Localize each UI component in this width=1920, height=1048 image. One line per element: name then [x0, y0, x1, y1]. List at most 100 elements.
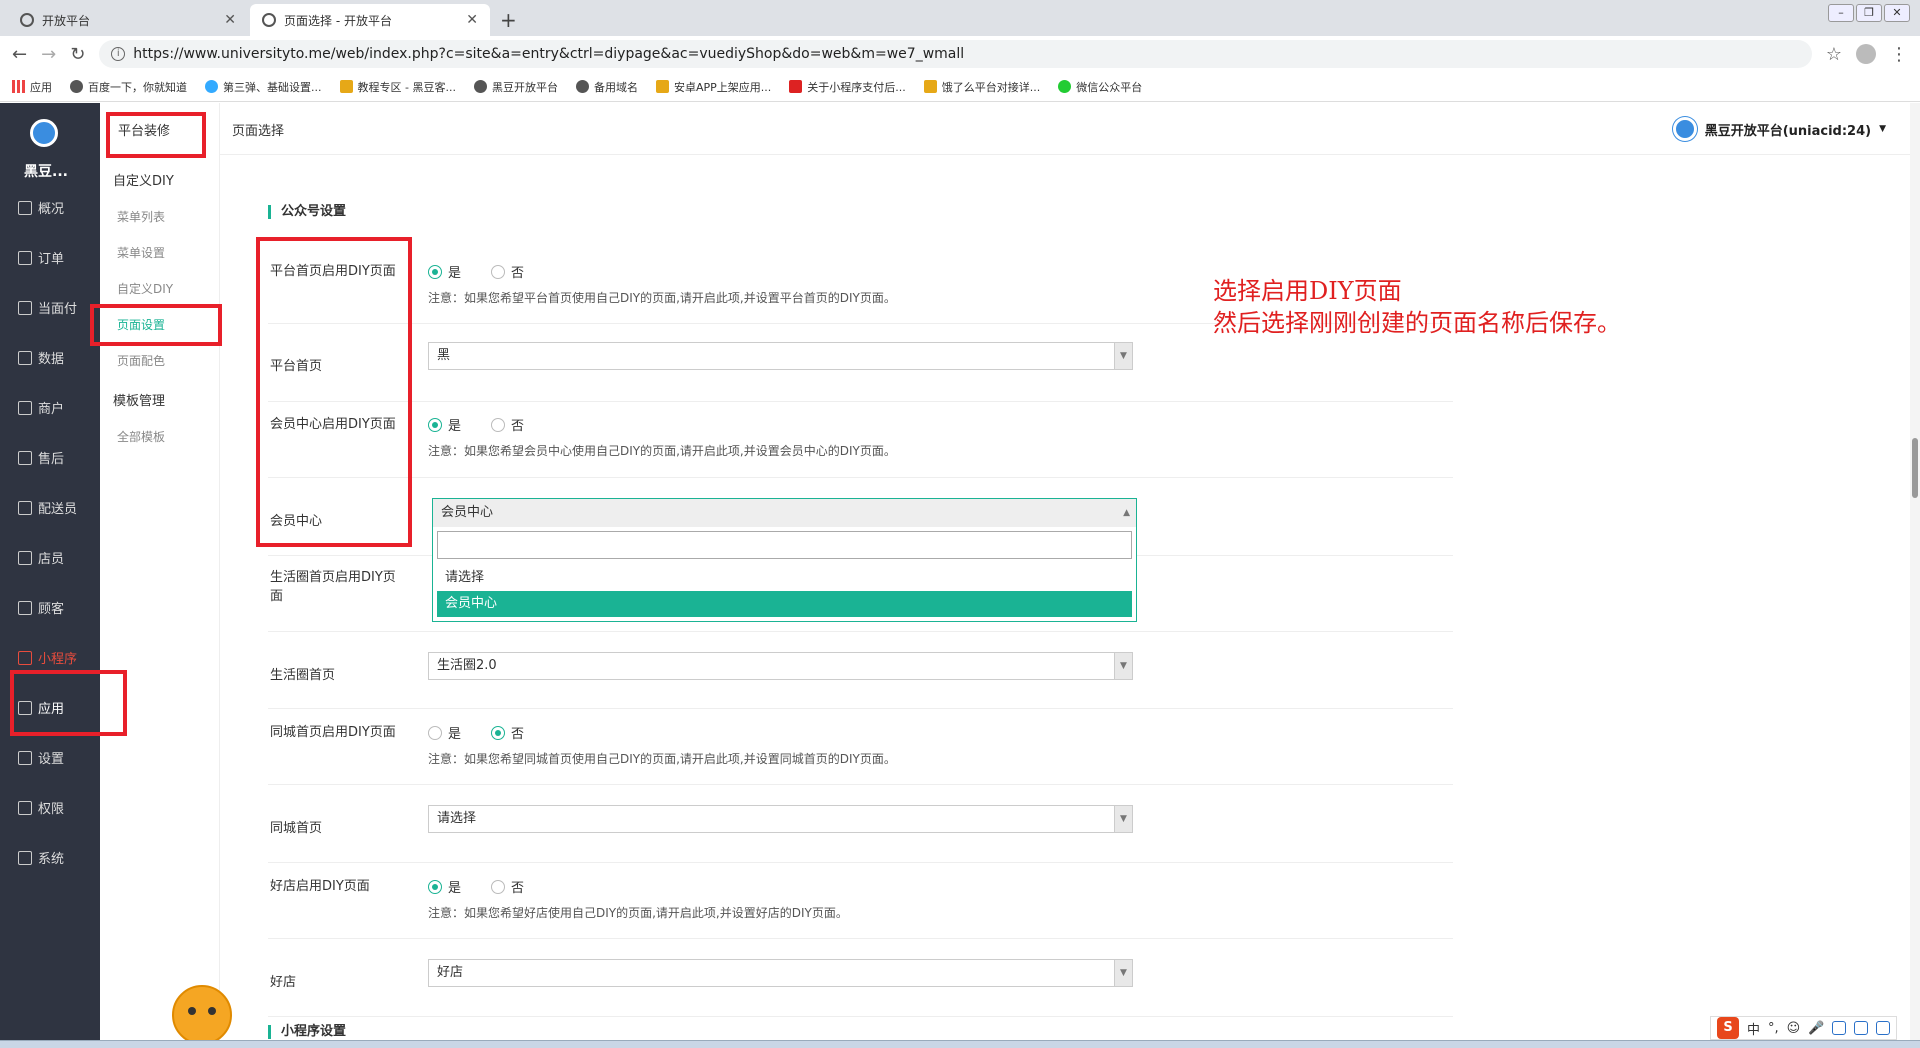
chevron-down-icon: ▼ [1114, 343, 1132, 369]
platform-home-select[interactable]: 黑 ▼ [428, 342, 1133, 370]
radio-no[interactable] [491, 264, 506, 279]
field-label: 生活圈首页 [270, 668, 336, 683]
field-note: 注意：如果您希望平台首页使用自己DIY的页面,请开启此项,并设置平台首页的DIY… [428, 291, 896, 305]
overview-icon [18, 200, 32, 215]
row-shop-home: 好店 好店 ▼ [268, 939, 1453, 1017]
subnav-custom-diy-page[interactable]: 自定义DIY [117, 280, 173, 297]
row-city-enable: 同城首页启用DIY页面 是 否 注意：如果您希望同城首页使用自己DIY的页面,请… [268, 709, 1453, 785]
trophy-icon [655, 80, 669, 93]
bookmark-item[interactable]: 饿了么平台对接详... [923, 79, 1040, 95]
os-taskbar [0, 1040, 1920, 1048]
info-icon[interactable]: i [111, 47, 126, 61]
keyboard-icon[interactable] [1832, 1021, 1847, 1035]
toolbox-icon[interactable] [1876, 1021, 1891, 1035]
minimize-icon[interactable]: – [1828, 4, 1854, 22]
sogou-icon[interactable]: S [1717, 1017, 1739, 1039]
dropdown-option-selected[interactable]: 会员中心 [437, 591, 1132, 617]
pay-icon [18, 300, 32, 315]
sidebar-item-permissions[interactable]: 权限 [18, 798, 64, 817]
sidebar-item-orders[interactable]: 订单 [18, 248, 64, 267]
bookmark-item[interactable]: 教程专区 - 黑豆客... [339, 79, 456, 95]
sidebar-item-miniprogram[interactable]: 小程序 [18, 648, 77, 667]
profile-avatar[interactable] [1856, 44, 1876, 64]
reload-icon[interactable]: ↻ [70, 44, 85, 65]
emoji-icon[interactable]: ☺ [1787, 1021, 1801, 1036]
order-icon [18, 250, 32, 265]
close-window-icon[interactable]: ✕ [1884, 4, 1910, 22]
sidebar-item-aftersale[interactable]: 售后 [18, 448, 64, 467]
member-center-dropdown[interactable]: 会员中心 ▲ 请选择 会员中心 [432, 498, 1137, 622]
bookmark-item[interactable]: 黑豆开放平台 [473, 79, 558, 95]
radio-no[interactable] [491, 417, 506, 432]
sidebar-item-courier[interactable]: 配送员 [18, 498, 77, 517]
field-label: 同城首页启用DIY页面 [270, 725, 396, 740]
trophy-icon [339, 80, 353, 93]
sidebar-item-customer[interactable]: 顾客 [18, 598, 64, 617]
clerk-icon [18, 550, 32, 565]
scrollbar-thumb[interactable] [1912, 438, 1918, 498]
life-home-select[interactable]: 生活圈2.0 ▼ [428, 652, 1133, 680]
sidebar-item-clerk[interactable]: 店员 [18, 548, 64, 567]
field-label: 好店启用DIY页面 [270, 879, 370, 894]
field-label: 生活圈首页启用DIY页面 [270, 570, 396, 604]
row-life-home: 生活圈首页 生活圈2.0 ▼ [268, 632, 1453, 709]
trophy-icon [923, 80, 937, 93]
url-input[interactable]: i https://www.universityto.me/web/index.… [99, 40, 1812, 68]
close-icon[interactable]: ✕ [224, 12, 236, 28]
account-menu[interactable]: 黑豆开放平台(uniacid:24) ▼ [1672, 117, 1886, 141]
close-icon[interactable]: ✕ [466, 12, 478, 28]
sidebar-item-system[interactable]: 系统 [18, 848, 64, 867]
radio-yes[interactable] [428, 879, 442, 894]
bookmark-item[interactable]: 微信公众平台 [1058, 79, 1142, 95]
back-icon[interactable]: ← [12, 44, 27, 65]
subnav-menu-settings[interactable]: 菜单设置 [117, 244, 165, 261]
forward-icon[interactable]: → [41, 44, 56, 65]
bookmark-item[interactable]: 安卓APP上架应用... [655, 79, 771, 95]
chevron-up-icon: ▲ [1123, 508, 1130, 518]
menu-dots-icon[interactable]: ⋮ [1890, 44, 1908, 65]
subnav-custom-diy[interactable]: 自定义DIY [113, 170, 174, 189]
ime-toolbar: S 中 °, ☺ 🎤 [1710, 1016, 1898, 1040]
courier-icon [18, 500, 32, 515]
new-tab-button[interactable]: + [500, 8, 517, 32]
wechat-icon [1058, 80, 1072, 93]
microphone-icon[interactable]: 🎤 [1808, 1021, 1824, 1036]
radio-no[interactable] [491, 879, 506, 894]
sidebar-item-overview[interactable]: 概况 [18, 198, 64, 217]
dropdown-option[interactable]: 请选择 [433, 565, 1136, 591]
restore-icon[interactable]: ❐ [1856, 4, 1882, 22]
subnav-page-colors[interactable]: 页面配色 [117, 352, 165, 369]
bookmark-item[interactable]: 关于小程序支付后... [789, 79, 906, 95]
subnav-menu-list[interactable]: 菜单列表 [117, 208, 165, 225]
subnav-template-mgmt[interactable]: 模板管理 [113, 390, 165, 409]
page-title: 页面选择 [232, 124, 285, 139]
bookmark-item[interactable]: 应用 [12, 79, 52, 95]
radio-yes[interactable] [428, 264, 442, 279]
member-center-select[interactable]: 会员中心 ▲ [433, 499, 1136, 527]
sidebar-item-data[interactable]: 数据 [18, 348, 64, 367]
tutorial-annotation: 选择启用DIY页面 然后选择刚刚创建的页面名称后保存。 [1213, 277, 1621, 337]
sidebar-item-settings[interactable]: 设置 [18, 748, 64, 767]
sidebar-item-pay[interactable]: 当面付 [18, 298, 77, 317]
sidebar-item-merchants[interactable]: 商户 [18, 398, 64, 417]
shop-home-select[interactable]: 好店 ▼ [428, 959, 1133, 987]
gear-icon [18, 750, 32, 765]
page-scrollbar[interactable] [1910, 103, 1920, 1048]
browser-tab-1[interactable]: 开放平台 ✕ [8, 4, 248, 36]
bookmark-item[interactable]: 百度一下，你就知道 [70, 79, 187, 95]
radio-yes[interactable] [428, 417, 442, 432]
radio-yes[interactable] [428, 725, 442, 740]
browser-tab-2[interactable]: 页面选择 - 开放平台 ✕ [250, 4, 490, 36]
bookmark-star-icon[interactable]: ☆ [1826, 44, 1842, 65]
bookmark-item[interactable]: 备用域名 [575, 79, 638, 95]
punctuation-icon[interactable]: °, [1768, 1021, 1779, 1036]
highlight-box [90, 304, 222, 346]
dropdown-search-input[interactable] [437, 531, 1132, 559]
bookmark-item[interactable]: 第三弹、基础设置... [205, 79, 322, 95]
city-home-select[interactable]: 请选择 ▼ [428, 805, 1133, 833]
radio-no[interactable] [491, 725, 506, 740]
highlight-box [10, 670, 127, 736]
subnav-all-templates[interactable]: 全部模板 [117, 428, 165, 445]
globe-icon [70, 80, 83, 93]
skin-icon[interactable] [1854, 1021, 1869, 1035]
